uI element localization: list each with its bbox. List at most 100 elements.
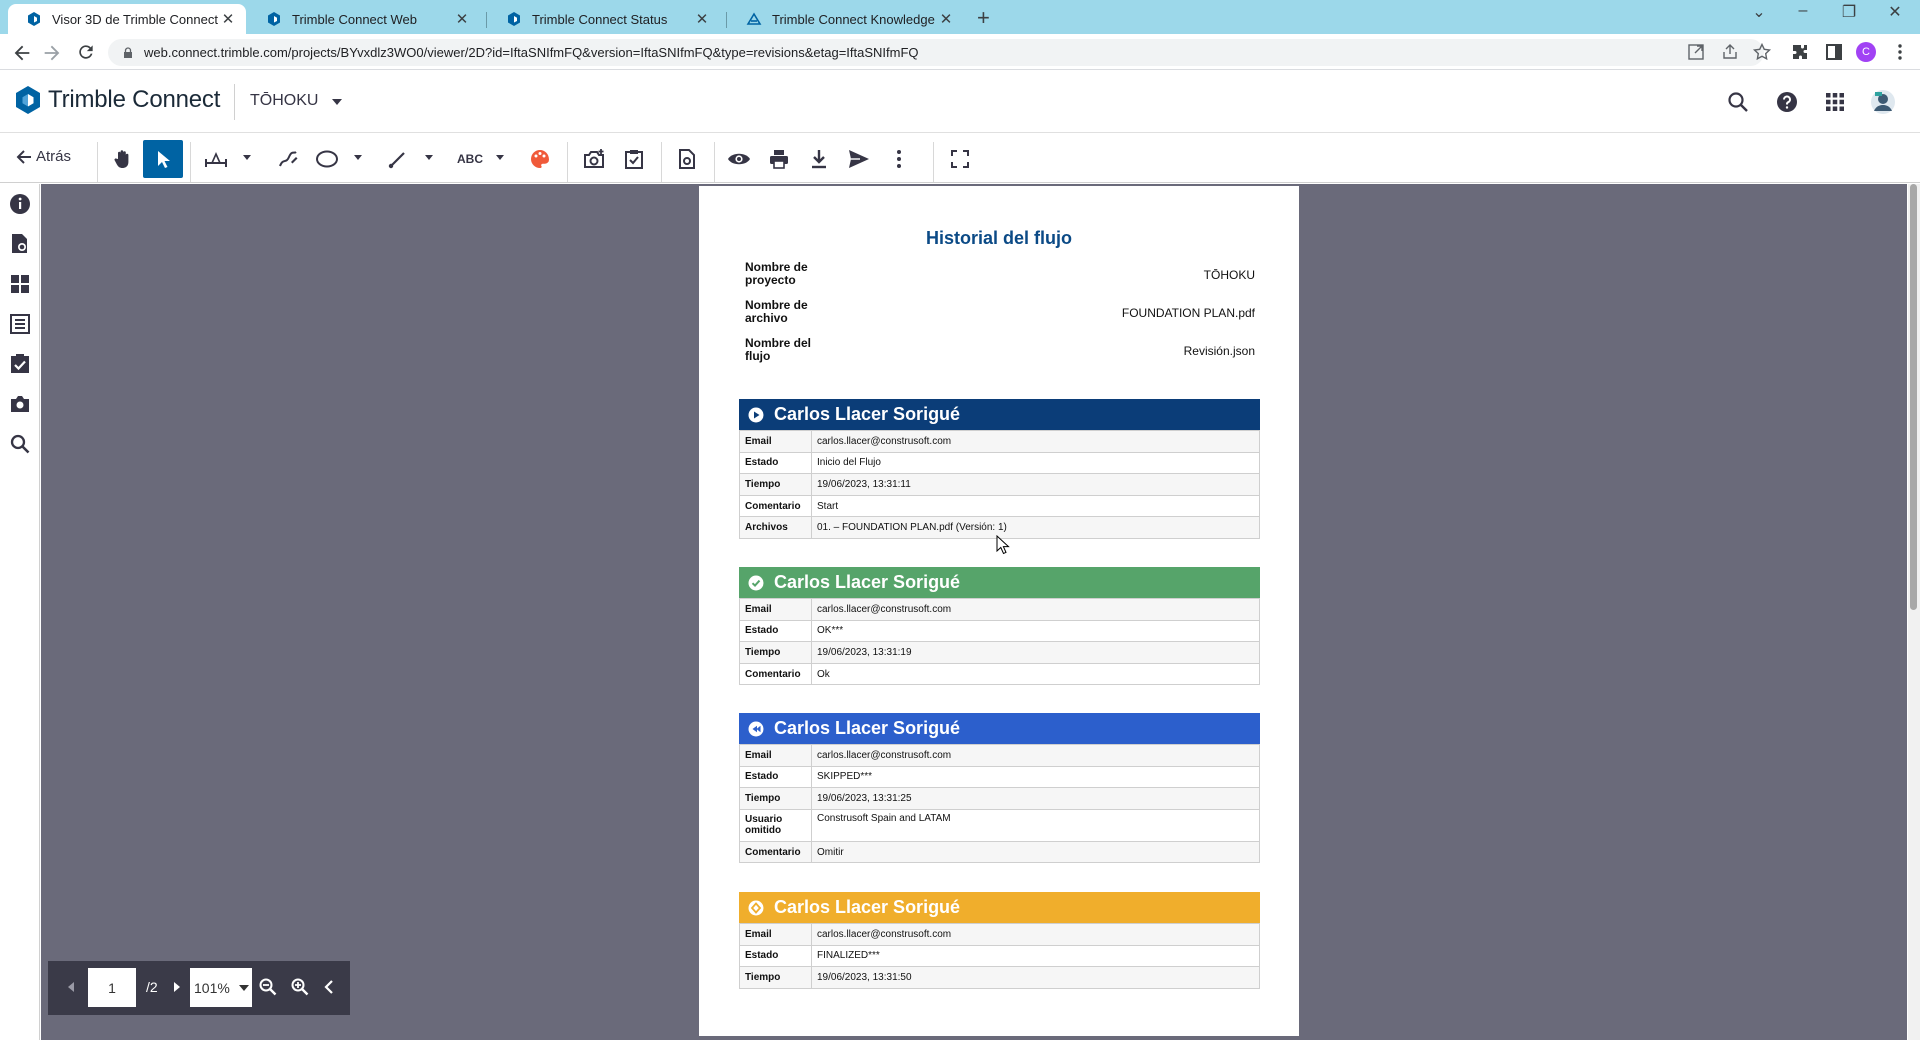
table-row: Estado SKIPPED*** [739,765,1260,789]
send-icon [849,150,869,168]
todo-check-icon[interactable] [9,353,31,375]
chevron-down-icon[interactable] [332,99,342,105]
download-button[interactable] [799,140,839,178]
row-label: Usuario omitido [739,808,812,842]
chevron-down-icon[interactable] [243,155,251,160]
reload-icon[interactable] [74,42,98,62]
restore-button[interactable]: ❐ [1826,2,1872,22]
share-icon[interactable] [1720,42,1740,62]
search-icon[interactable] [9,433,31,455]
trimble-logo-icon [16,86,40,114]
fullscreen-icon [951,150,969,168]
row-value: Ok [811,662,1260,686]
row-label: Tiempo [739,966,812,989]
zoom-out-icon[interactable] [258,977,278,997]
browser-menu-icon[interactable] [1890,42,1910,62]
collapse-chevron-icon[interactable] [320,977,340,997]
document-settings-icon [679,149,695,169]
card-table: Email carlos.llacer@construsoft.com Estad… [739,923,1260,989]
zoom-select[interactable]: 101% [190,968,252,1007]
table-row: Tiempo 19/06/2023, 13:31:11 [739,473,1260,496]
text-tool-button[interactable]: ABC [450,140,490,178]
browser-tab-1[interactable]: Trimble Connect Web ✕ [248,4,480,34]
search-icon[interactable] [1726,90,1750,114]
line-tool-button[interactable] [378,140,418,178]
zoom-in-icon[interactable] [290,977,310,997]
next-page-icon[interactable] [166,977,186,997]
profile-avatar[interactable]: C [1856,42,1876,62]
chevron-down-icon[interactable] [425,155,433,160]
table-row: Tiempo 19/06/2023, 13:31:19 [739,641,1260,664]
browser-tab-3[interactable]: Trimble Connect Knowledge Cen ✕ [728,4,964,34]
close-icon[interactable]: ✕ [220,10,236,28]
row-value: 19/06/2023, 13:31:19 [811,641,1260,664]
apps-grid-icon[interactable] [1823,90,1847,114]
freehand-tool-button[interactable] [268,140,308,178]
document-info-button[interactable] [667,140,707,178]
shape-tool-button[interactable] [307,140,347,178]
previous-page-icon[interactable] [62,977,82,997]
back-button[interactable]: Atrás [16,148,71,165]
page-number-input[interactable]: 1 [88,968,136,1007]
back-arrow-icon[interactable] [10,42,34,64]
meta-value: TŌHOKU [1203,268,1255,282]
row-label: Archivos [739,516,812,539]
open-in-app-icon[interactable] [1686,42,1706,62]
close-icon[interactable]: ✕ [938,10,954,28]
extensions-icon[interactable] [1790,42,1810,62]
chevron-down-icon[interactable] [354,155,362,160]
browser-tab-2[interactable]: Trimble Connect Status ✕ [488,4,720,34]
share-button[interactable] [839,140,879,178]
row-value: FINALIZED*** [811,944,1260,968]
select-tool-button[interactable] [143,140,183,178]
create-todo-button[interactable] [614,140,654,178]
user-avatar-icon[interactable] [1870,89,1896,115]
meta-value: FOUNDATION PLAN.pdf [1121,306,1255,320]
color-picker-button[interactable] [520,140,560,178]
more-options-button[interactable] [879,140,919,178]
new-tab-button[interactable]: + [977,5,990,31]
browser-tab-0[interactable]: Visor 3D de Trimble Connect - TC ✕ [8,4,246,34]
card-table: Email carlos.llacer@construsoft.com Estad… [739,598,1260,686]
chevron-down-icon [239,985,249,991]
card-user-name: Carlos Llacer Sorigué [774,718,961,738]
close-icon[interactable]: ✕ [454,10,470,28]
window-close-button[interactable]: ✕ [1872,2,1918,22]
document-search-icon[interactable] [9,233,31,255]
row-label: Estado [739,451,812,475]
thumbnails-icon[interactable] [9,273,31,295]
project-selector[interactable]: TŌHOKU [250,92,318,110]
fullscreen-button[interactable] [940,140,980,178]
close-icon[interactable]: ✕ [694,10,710,28]
table-row: Tiempo 19/06/2023, 13:31:50 [739,966,1260,989]
mouse-pointer-icon [996,535,1010,555]
measure-tool-button[interactable] [196,140,236,178]
card-table: Email carlos.llacer@construsoft.com Estad… [739,744,1260,864]
forward-arrow-icon[interactable] [40,42,64,64]
row-value: 19/06/2023, 13:31:11 [811,473,1260,496]
print-button[interactable] [759,140,799,178]
page-controls: 1 /2 101% [48,961,350,1015]
url-field[interactable]: web.connect.trimble.com/projects/BYvxdlz… [108,39,1764,66]
visibility-button[interactable] [719,140,759,178]
side-panel-icon[interactable] [1824,42,1844,62]
tab-search-icon[interactable]: ⌄ [1736,2,1782,22]
row-value: Omitir [811,840,1260,864]
bookmark-star-icon[interactable] [1752,42,1772,62]
pan-tool-button[interactable] [103,140,143,178]
chevron-down-icon[interactable] [496,155,504,160]
toolbar-divider [661,142,662,182]
help-icon[interactable] [1775,90,1799,114]
viewer-scrollbar[interactable] [1908,184,1920,1040]
scrollbar-thumb[interactable] [1910,184,1917,610]
minimize-button[interactable]: – [1780,2,1826,20]
markups-list-icon[interactable] [9,313,31,335]
document-viewer[interactable]: Historial del flujo Nombre de proyecto T… [41,184,1907,1040]
card-user-name: Carlos Llacer Sorigué [774,572,961,592]
url-text: web.connect.trimble.com/projects/BYvxdlz… [144,45,919,60]
snapshot-button[interactable] [574,140,614,178]
meta-value: Revisión.json [1183,344,1255,358]
camera-icon[interactable] [9,393,31,415]
trimble-connect-logo[interactable]: Trimble Connect [14,85,220,115]
info-icon[interactable] [9,193,31,215]
